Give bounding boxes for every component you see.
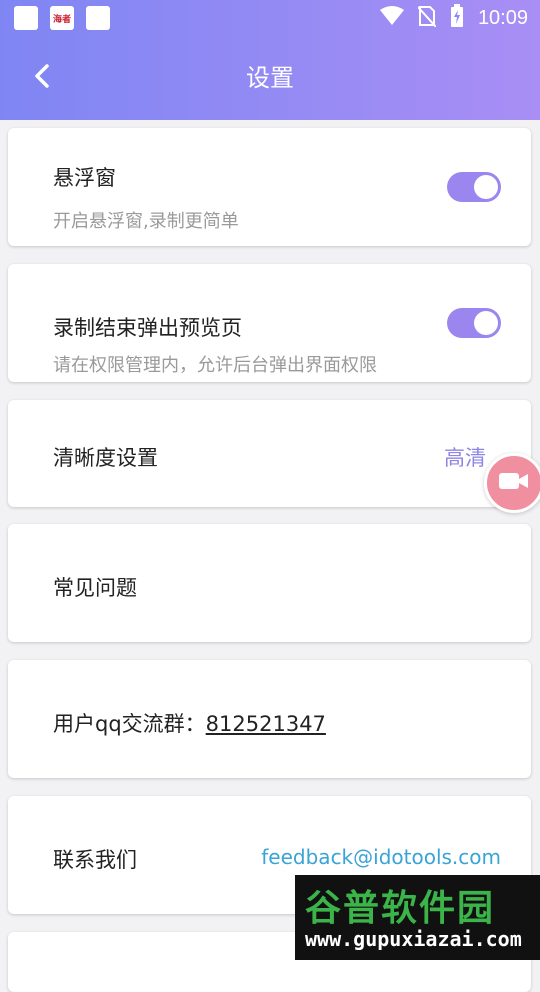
- notification-app-icon: [14, 6, 38, 30]
- setting-title: 联系我们: [53, 848, 137, 872]
- setting-title: 常见问题: [53, 576, 137, 600]
- notification-icon-text: 海者: [52, 14, 71, 25]
- setting-card-qq-group: 用户qq交流群：812521347: [8, 660, 531, 778]
- status-icons: 10:09: [379, 0, 528, 36]
- qq-group-row: 用户qq交流群：812521347: [53, 708, 326, 738]
- toggle-knob: [474, 311, 498, 335]
- watermark-url: www.gupuxiazai.com: [305, 927, 522, 951]
- watermark: 谷普软件园 www.gupuxiazai.com: [295, 875, 540, 960]
- chevron-left-icon: [33, 63, 51, 93]
- toggle-knob: [474, 175, 498, 199]
- setting-card-floating-window: 悬浮窗 开启悬浮窗,录制更简单: [8, 128, 531, 246]
- setting-title: 悬浮窗: [53, 166, 116, 190]
- setting-title: 录制结束弹出预览页: [53, 316, 242, 340]
- floating-window-toggle[interactable]: [447, 172, 501, 202]
- preview-popup-toggle[interactable]: [447, 308, 501, 338]
- status-bar: 海者 10:09: [0, 0, 540, 36]
- video-camera-icon: [498, 470, 530, 496]
- wifi-icon: [379, 6, 404, 30]
- setting-subtitle: 开启悬浮窗,录制更简单: [53, 211, 239, 232]
- setting-card-faq[interactable]: 常见问题: [8, 524, 531, 642]
- back-button[interactable]: [22, 58, 62, 98]
- page-title: 设置: [246, 64, 294, 92]
- notification-app-icon: 海者: [50, 6, 74, 30]
- clock: 10:09: [477, 6, 528, 29]
- contact-email-link[interactable]: feedback@idotools.com: [261, 845, 501, 869]
- floating-record-button[interactable]: [484, 453, 540, 513]
- battery-charging-icon: [450, 4, 464, 32]
- watermark-brand: 谷普软件园: [305, 888, 496, 929]
- notification-app-icon: [86, 6, 110, 30]
- setting-card-quality[interactable]: 清晰度设置 高清: [8, 400, 531, 507]
- setting-subtitle: 请在权限管理内，允许后台弹出界面权限: [53, 355, 377, 376]
- setting-card-preview-popup: 录制结束弹出预览页 请在权限管理内，允许后台弹出界面权限: [8, 264, 531, 382]
- quality-value: 高清: [444, 446, 486, 470]
- setting-title: 清晰度设置: [53, 446, 158, 470]
- qq-group-number[interactable]: 812521347: [206, 712, 326, 736]
- qq-group-label: 用户qq交流群：: [53, 712, 206, 736]
- no-sim-icon: [417, 5, 437, 31]
- app-bar: 设置: [0, 36, 540, 120]
